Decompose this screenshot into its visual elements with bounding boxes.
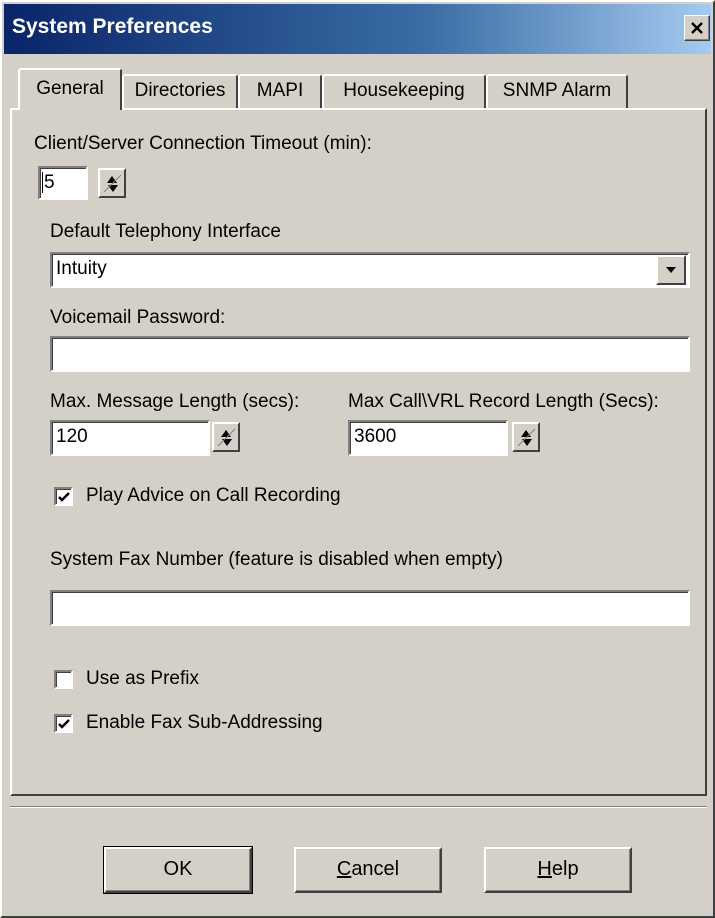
telephony-dropdown-button[interactable] [656,255,686,285]
ok-button-label: OK [163,858,193,880]
voicemail-password-input[interactable] [50,336,690,372]
cancel-button-label: Cancel [337,858,399,880]
max-message-length-spinner[interactable] [212,422,240,452]
fax-number-label: System Fax Number (feature is disabled w… [50,549,504,570]
close-icon [691,22,703,34]
telephony-select[interactable]: Intuity [50,252,690,288]
tab-general-label: General [36,78,104,99]
fax-sub-addressing-label[interactable]: Enable Fax Sub-Addressing [86,711,323,735]
timeout-value: 5 [42,172,55,193]
timeout-input[interactable]: 5 [38,166,88,200]
max-message-length-label: Max. Message Length (secs): [50,391,300,412]
timeout-spinner[interactable] [98,168,126,198]
checkmark-icon [58,492,70,502]
max-message-length-value: 120 [56,426,88,447]
max-call-record-length-input[interactable]: 3600 [348,420,508,456]
tab-general[interactable]: General [18,68,122,110]
help-mnemonic: H [537,858,552,880]
title-bar[interactable]: System Preferences [4,4,711,54]
max-call-record-length-value: 3600 [354,426,397,447]
fax-number-input[interactable] [50,590,690,626]
chevron-down-icon [666,267,676,273]
tab-housekeeping-label: Housekeeping [343,80,465,101]
max-call-record-length-spinner[interactable] [512,422,540,452]
voicemail-password-label: Voicemail Password: [50,307,226,328]
use-as-prefix-label[interactable]: Use as Prefix [86,667,199,691]
help-button[interactable]: Help [484,847,632,893]
tab-strip: General Directories MAPI Housekeeping SN… [18,68,658,110]
tab-directories[interactable]: Directories [122,74,238,108]
checkmark-icon [58,719,70,729]
telephony-value: Intuity [56,258,107,279]
tab-mapi[interactable]: MAPI [238,74,322,108]
tab-housekeeping[interactable]: Housekeeping [322,74,486,108]
spin-arrows-icon [217,428,236,447]
tab-mapi-label: MAPI [256,80,304,101]
tab-directories-label: Directories [134,80,226,101]
spin-arrows-icon [103,174,122,193]
system-preferences-dialog: System Preferences General Directories M… [0,0,715,918]
cancel-rest: ancel [351,858,400,880]
max-message-length-input[interactable]: 120 [50,420,210,456]
max-call-record-length-label: Max Call\VRL Record Length (Secs): [348,391,659,412]
tab-snmp-alarm[interactable]: SNMP Alarm [486,74,628,108]
use-as-prefix-checkbox[interactable] [54,670,73,689]
tab-snmp-alarm-label: SNMP Alarm [502,80,612,101]
play-advice-label[interactable]: Play Advice on Call Recording [86,484,341,508]
timeout-label: Client/Server Connection Timeout (min): [34,133,372,154]
play-advice-checkbox[interactable] [54,487,73,506]
button-separator [10,806,707,808]
close-button[interactable] [684,15,710,41]
dialog-title: System Preferences [12,15,213,38]
fax-sub-addressing-checkbox[interactable] [54,714,73,733]
ok-button[interactable]: OK [103,846,253,894]
general-tab-panel: Client/Server Connection Timeout (min): … [10,108,707,796]
cancel-mnemonic: C [336,858,352,880]
cancel-button[interactable]: Cancel [294,847,442,893]
help-rest: elp [551,858,579,880]
spin-arrows-icon [517,428,536,447]
help-button-label: Help [537,858,578,880]
telephony-label: Default Telephony Interface [50,221,281,242]
